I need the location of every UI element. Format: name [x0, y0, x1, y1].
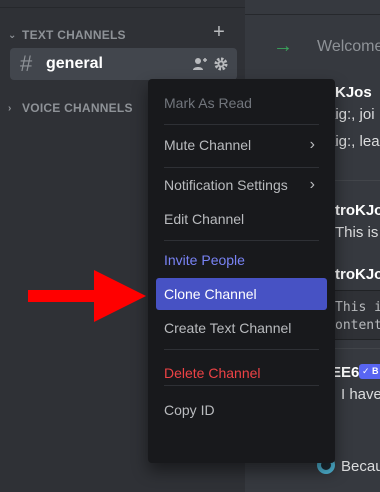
menu-item-label: Mute Channel	[164, 137, 252, 153]
chevron-right-icon: ›	[309, 176, 315, 193]
chevron-right-icon: ›	[309, 136, 315, 153]
category-label: TEXT CHANNELS	[22, 28, 126, 42]
menu-item-mute-channel[interactable]: Mute Channel ›	[156, 129, 327, 161]
category-voice-channels[interactable]: › VOICE CHANNELS	[8, 101, 133, 115]
menu-item-label: Notification Settings	[164, 177, 288, 193]
menu-item-label: Invite People	[164, 252, 245, 268]
invite-member-icon[interactable]	[192, 56, 208, 72]
hash-icon: #	[20, 51, 33, 76]
add-channel-icon[interactable]: +	[211, 22, 227, 42]
message-author[interactable]: troKJos	[335, 266, 380, 283]
menu-item-label: Edit Channel	[164, 211, 245, 227]
menu-separator	[164, 124, 319, 125]
menu-item-copy-id[interactable]: Copy ID	[156, 394, 327, 426]
menu-item-invite-people[interactable]: Invite People	[156, 244, 327, 276]
menu-item-mark-as-read[interactable]: Mark As Read	[156, 87, 327, 119]
channel-item-general[interactable]: # general	[10, 48, 237, 80]
menu-item-clone-channel[interactable]: Clone Channel	[156, 278, 327, 310]
bot-badge-label: B	[372, 366, 379, 376]
menu-item-label: Mark As Read	[164, 95, 252, 111]
message-author[interactable]: troKJos	[335, 202, 380, 219]
channel-name: general	[46, 55, 103, 72]
menu-separator	[164, 349, 319, 350]
message-text: Becau	[341, 458, 380, 475]
welcome-message: Welcome	[317, 38, 380, 55]
bot-badge: ✓ B	[359, 364, 380, 379]
menu-item-label: Copy ID	[164, 402, 215, 418]
code-line: ontent	[335, 318, 380, 333]
menu-item-label: Delete Channel	[164, 365, 261, 381]
message-author[interactable]: EE6	[331, 364, 359, 381]
annotation-arrow-icon	[28, 270, 146, 322]
menu-item-label: Clone Channel	[164, 286, 257, 302]
message-text: I have	[341, 386, 380, 403]
menu-separator	[164, 240, 319, 241]
menu-item-create-text-channel[interactable]: Create Text Channel	[156, 312, 327, 344]
chevron-down-icon: ⌄	[8, 29, 17, 41]
menu-item-notification-settings[interactable]: Notification Settings ›	[156, 169, 327, 201]
message-text: This is a	[335, 224, 380, 241]
menu-separator	[164, 385, 319, 386]
join-arrow-icon: →	[273, 35, 293, 57]
category-label: VOICE CHANNELS	[22, 101, 133, 115]
code-line: This i	[335, 300, 380, 315]
chevron-right-icon: ›	[8, 102, 12, 114]
menu-item-label: Create Text Channel	[164, 320, 292, 336]
channel-context-menu: Mark As Read Mute Channel › Notification…	[148, 79, 335, 463]
category-text-channels[interactable]: ⌄ TEXT CHANNELS	[8, 28, 126, 42]
gear-icon[interactable]	[213, 56, 229, 72]
chat-header-divider	[245, 0, 380, 15]
menu-separator	[164, 167, 319, 168]
sidebar-header-divider	[0, 0, 245, 8]
menu-item-edit-channel[interactable]: Edit Channel	[156, 203, 327, 235]
